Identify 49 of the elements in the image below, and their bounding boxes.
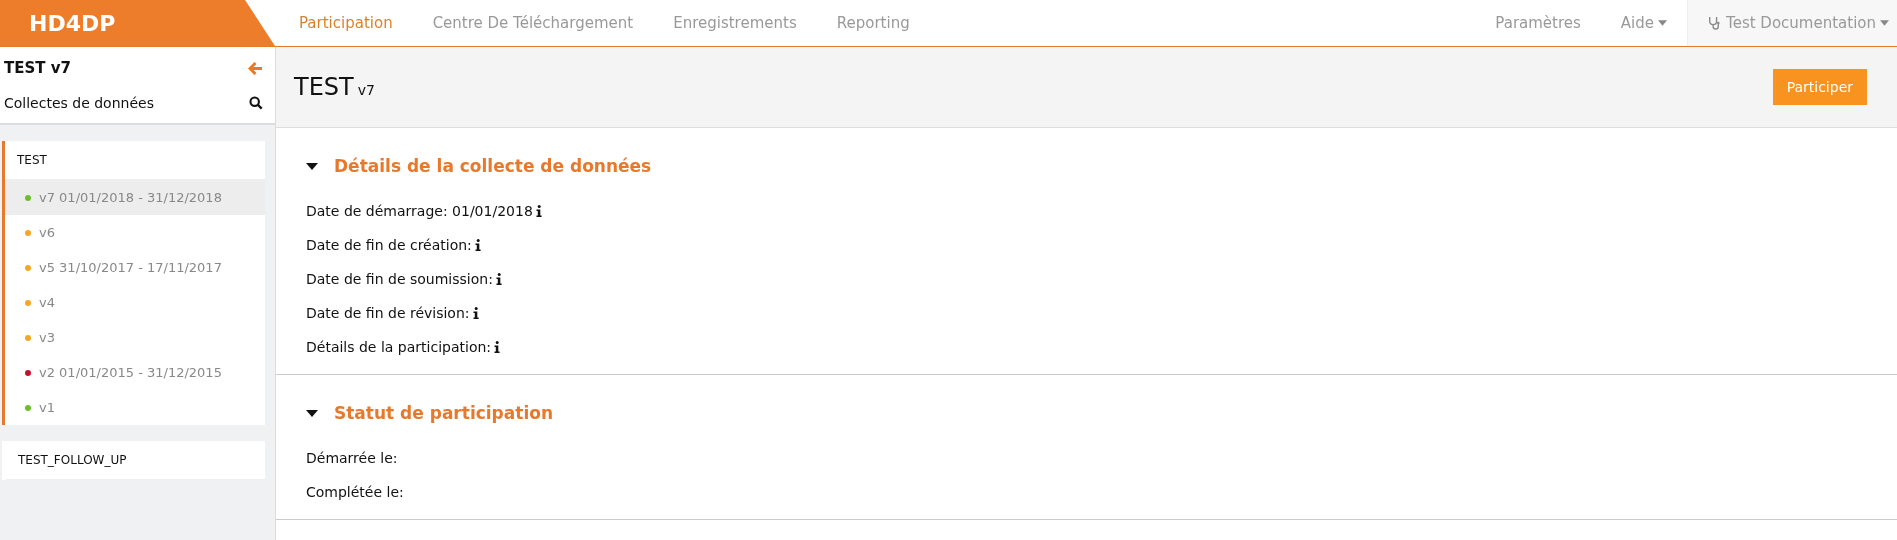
back-arrow-icon[interactable] — [248, 61, 263, 75]
section-header[interactable]: Détails de la collecte de données — [306, 156, 1867, 176]
info-icon[interactable] — [535, 205, 542, 217]
collection-name[interactable]: TEST_FOLLOW_UP — [6, 441, 265, 480]
stethoscope-icon — [1708, 16, 1721, 30]
field-label: Démarrée le: — [306, 450, 398, 466]
nav-tab[interactable]: Enregistrements — [653, 14, 817, 32]
info-icon[interactable] — [494, 341, 501, 353]
page-title: TEST — [294, 73, 354, 101]
version-item[interactable]: v4 — [5, 285, 265, 320]
nav-tab[interactable]: Centre De Téléchargement — [412, 14, 654, 32]
version-label: v3 — [39, 330, 55, 345]
caret-icon — [1658, 20, 1668, 26]
version-item[interactable]: v2 01/01/2015 - 31/12/2015 — [5, 355, 265, 390]
version-item[interactable]: v7 01/01/2018 - 31/12/2018 — [5, 180, 265, 215]
participate-button[interactable]: Participer — [1772, 69, 1867, 105]
field-label: Détails de la participation: — [306, 339, 492, 355]
field-label: Date de fin de révision: — [306, 305, 470, 321]
settings-link[interactable]: Paramètres — [1475, 0, 1601, 46]
info-icon[interactable] — [474, 239, 481, 251]
version-label: v4 — [39, 295, 55, 310]
help-menu[interactable]: Aide — [1600, 0, 1688, 46]
version-label: v7 01/01/2018 - 31/12/2018 — [39, 190, 222, 205]
sidebar-title: TEST v7 — [4, 59, 71, 77]
field-label: Date de fin de soumission: — [306, 271, 493, 287]
section-header[interactable]: Statut de participation — [306, 403, 1867, 423]
info-icon[interactable] — [472, 307, 479, 319]
version-item[interactable]: v6 — [5, 215, 265, 250]
caret-icon — [1880, 20, 1889, 26]
field-label: Date de démarrage: 01/01/2018 — [306, 203, 533, 219]
version-item[interactable]: v1 — [5, 390, 265, 425]
sidebar-subtitle: Collectes de données — [4, 95, 154, 111]
nav-tab[interactable]: Participation — [279, 14, 413, 32]
page-version: v7 — [357, 82, 375, 98]
version-label: v6 — [39, 225, 55, 240]
version-label: v1 — [39, 400, 55, 415]
version-label: v5 31/10/2017 - 17/11/2017 — [39, 260, 222, 275]
version-label: v2 01/01/2015 - 31/12/2015 — [39, 365, 222, 380]
caret-icon — [306, 409, 318, 417]
nav-tab[interactable]: Reporting — [816, 14, 930, 32]
brand-logo[interactable]: HD4DP — [0, 0, 275, 46]
version-item[interactable]: v5 31/10/2017 - 17/11/2017 — [5, 250, 265, 285]
field-label: Complétée le: — [306, 484, 404, 500]
caret-icon — [306, 162, 318, 170]
user-menu[interactable]: Test Documentation — [1687, 0, 1897, 46]
search-icon[interactable] — [249, 96, 263, 110]
info-icon[interactable] — [495, 273, 502, 285]
field-label: Date de fin de création: — [306, 237, 472, 253]
version-item[interactable]: v3 — [5, 320, 265, 355]
